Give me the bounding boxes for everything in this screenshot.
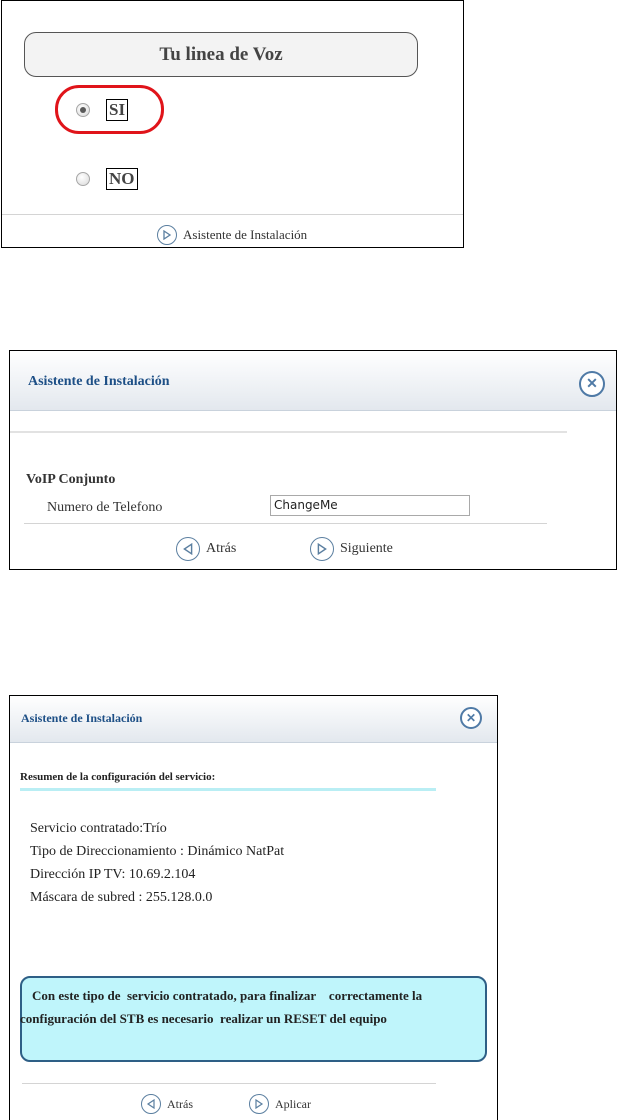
apply-button[interactable]: Aplicar: [249, 1094, 311, 1114]
wizard-title: Asistente de Instalación: [21, 711, 143, 725]
voip-wizard-panel: Asistente de Instalación ✕ VoIP Conjunto…: [9, 350, 617, 570]
back-button[interactable]: Atrás: [141, 1094, 193, 1114]
divider: [10, 431, 567, 433]
divider: [2, 214, 463, 215]
back-arrow-icon: [176, 537, 200, 561]
next-arrow-icon: [310, 537, 334, 561]
back-label: Atrás: [206, 541, 237, 556]
notice-line-2: configuración del STB es necesario reali…: [20, 1011, 387, 1026]
progress-bar: [20, 788, 436, 791]
wizard-header: Asistente de Instalación ✕: [10, 351, 616, 411]
option-no-label: NO: [106, 168, 138, 190]
back-label: Atrás: [167, 1096, 193, 1111]
radio-no[interactable]: [76, 172, 90, 186]
apply-arrow-icon: [249, 1094, 269, 1114]
addressing-line: Tipo de Direccionamiento : Dinámico NatP…: [30, 844, 285, 859]
summary-wizard-panel: Asistente de Instalación ✕ Resumen de la…: [9, 695, 498, 1120]
summary-lines: Servicio contratado:Trío Tipo de Direcci…: [30, 817, 284, 909]
service-line: Servicio contratado:Trío: [30, 821, 167, 836]
wizard-title: Asistente de Instalación: [28, 374, 170, 389]
summary-heading: Resumen de la configuración del servicio…: [20, 771, 216, 783]
phone-input[interactable]: ChangeMe: [270, 495, 470, 516]
close-icon[interactable]: ✕: [579, 371, 605, 397]
wizard-header: Asistente de Instalación ✕: [10, 696, 497, 743]
subnet-mask-line: Máscara de subred : 255.128.0.0: [30, 890, 213, 905]
phone-label: Numero de Telefono: [47, 500, 163, 515]
installation-wizard-link[interactable]: Asistente de Instalación: [157, 225, 307, 245]
option-no[interactable]: NO: [76, 168, 138, 190]
back-arrow-icon: [141, 1094, 161, 1114]
close-icon[interactable]: ✕: [460, 707, 482, 729]
next-label: Siguiente: [340, 541, 393, 556]
back-button[interactable]: Atrás: [176, 537, 236, 561]
highlight-ring: [55, 85, 164, 134]
play-right-icon: [157, 225, 177, 245]
divider: [22, 1083, 436, 1084]
ip-tv-line: Dirección IP TV: 10.69.2.104: [30, 867, 196, 882]
notice-line-1: Con este tipo de servicio contratado, pa…: [32, 988, 423, 1003]
section-title: VoIP Conjunto: [26, 472, 116, 487]
voice-line-panel: Tu linea de Voz SI NO Asistente de Insta…: [1, 0, 464, 248]
installation-wizard-label: Asistente de Instalación: [183, 227, 308, 242]
reset-notice: Con este tipo de servicio contratado, pa…: [20, 976, 487, 1062]
next-button[interactable]: Siguiente: [310, 537, 393, 561]
divider: [24, 523, 547, 524]
voice-line-title: Tu linea de Voz: [24, 32, 418, 77]
apply-label: Aplicar: [275, 1096, 311, 1111]
